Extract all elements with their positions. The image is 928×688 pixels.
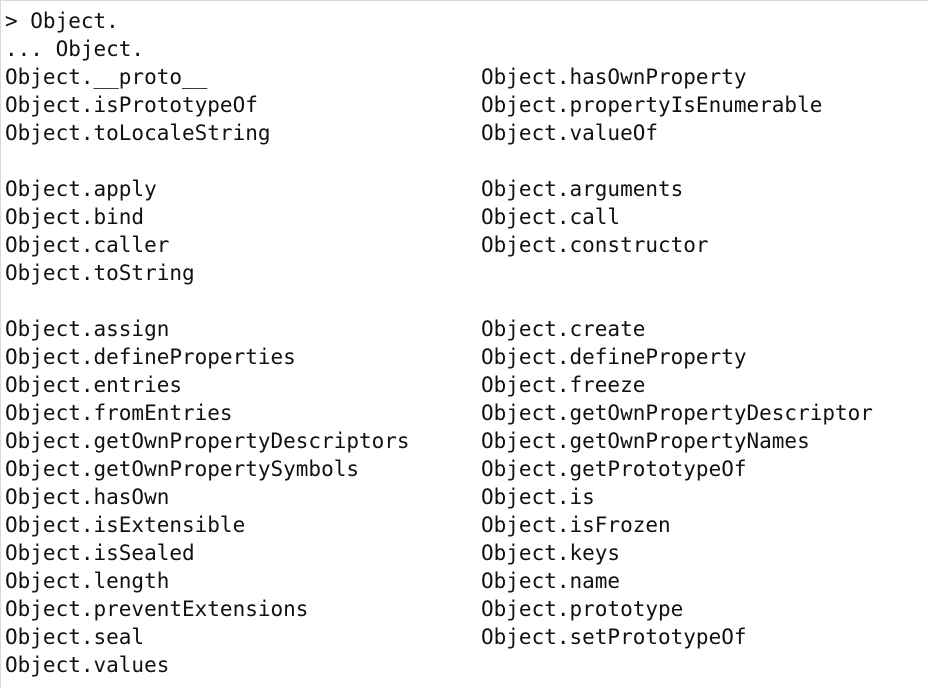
completion-item: Object.getPrototypeOf bbox=[481, 457, 747, 481]
completion-item: Object.getOwnPropertySymbols bbox=[5, 457, 360, 481]
completion-item: Object.propertyIsEnumerable bbox=[481, 93, 823, 117]
completion-item: Object.seal bbox=[5, 625, 145, 649]
completion-item: Object.hasOwn bbox=[5, 485, 170, 509]
completion-item: Object.getOwnPropertyDescriptor bbox=[481, 401, 873, 425]
prompt-continuation-line[interactable]: ... Object. bbox=[5, 35, 144, 63]
completion-item: Object.isPrototypeOf bbox=[5, 93, 258, 117]
completion-item: Object.create bbox=[481, 317, 646, 341]
completion-item: Object.fromEntries bbox=[5, 401, 233, 425]
completion-item: Object.length bbox=[5, 569, 170, 593]
completion-item: Object.defineProperties bbox=[5, 345, 296, 369]
completion-item: Object.toString bbox=[5, 261, 195, 285]
completion-item: Object.arguments bbox=[481, 177, 684, 201]
completion-item: Object.isFrozen bbox=[481, 513, 671, 537]
completion-item: Object.defineProperty bbox=[481, 345, 747, 369]
terminal-window[interactable]: > Object. ... Object. Object.__proto__ O… bbox=[0, 0, 928, 688]
completion-item: Object.entries bbox=[5, 373, 183, 397]
completion-item: Object.valueOf bbox=[481, 121, 659, 145]
completion-item: Object.apply bbox=[5, 177, 157, 201]
completion-item: Object.isSealed bbox=[5, 541, 195, 565]
completion-item: Object.assign bbox=[5, 317, 170, 341]
completion-item: Object.setPrototypeOf bbox=[481, 625, 747, 649]
completion-item: Object.keys bbox=[481, 541, 621, 565]
completion-item: Object.freeze bbox=[481, 373, 646, 397]
completion-item: Object.isExtensible bbox=[5, 513, 246, 537]
completion-item: Object.name bbox=[481, 569, 621, 593]
prompt-input-line[interactable]: > Object. bbox=[5, 7, 119, 35]
completion-item: Object.is bbox=[481, 485, 595, 509]
completion-item: Object.caller bbox=[5, 233, 170, 257]
completion-item: Object.preventExtensions bbox=[5, 597, 309, 621]
completion-item: Object.values bbox=[5, 653, 170, 677]
completion-item: Object.getOwnPropertyDescriptors bbox=[5, 429, 410, 453]
completion-item: Object.bind bbox=[5, 205, 145, 229]
completion-item: Object.prototype bbox=[481, 597, 684, 621]
completion-item: Object.__proto__ bbox=[5, 65, 208, 89]
completion-item: Object.call bbox=[481, 205, 621, 229]
completion-item: Object.getOwnPropertyNames bbox=[481, 429, 810, 453]
completion-item: Object.constructor bbox=[481, 233, 709, 257]
completion-item: Object.hasOwnProperty bbox=[481, 65, 747, 89]
completion-item: Object.toLocaleString bbox=[5, 121, 271, 145]
